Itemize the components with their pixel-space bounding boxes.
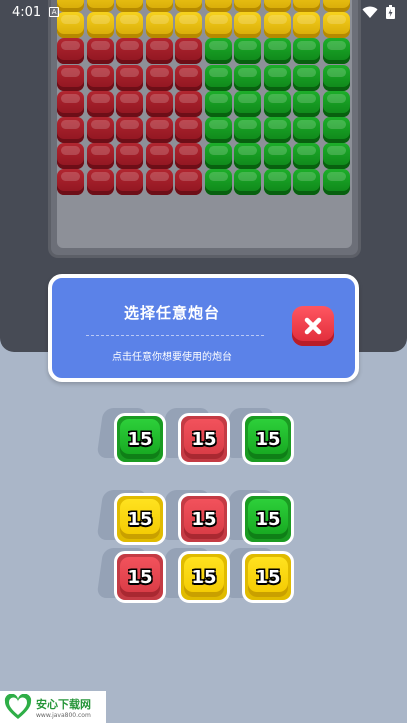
board-cube (175, 90, 202, 117)
board-cube (263, 117, 291, 143)
board-cube (234, 38, 261, 65)
board-cube (234, 64, 261, 91)
board-cube (204, 38, 232, 65)
board-cube (57, 143, 84, 170)
board-cube (263, 169, 291, 196)
turret-value: 15 (184, 557, 224, 597)
turret-value: 15 (120, 557, 160, 597)
turret-value: 15 (120, 499, 160, 539)
board-cube (86, 90, 114, 117)
board-cube (322, 64, 350, 91)
board-cube (234, 169, 261, 196)
battery-icon (386, 5, 395, 19)
turret-green[interactable]: 15 (242, 413, 294, 465)
turret-value: 15 (248, 557, 288, 597)
select-turret-dialog: 选择任意炮台 点击任意你想要使用的炮台 (48, 274, 359, 382)
close-button[interactable] (292, 306, 334, 346)
dialog-title: 选择任意炮台 (123, 304, 220, 322)
board-cube (204, 64, 232, 91)
status-bar: 4:01 A (0, 0, 407, 24)
board-cube (175, 117, 202, 143)
board-cube (175, 38, 202, 65)
board-cube (145, 117, 173, 143)
board-cube (57, 90, 84, 117)
board-cube (175, 169, 202, 196)
board-cube (293, 38, 320, 65)
board-cube (293, 117, 320, 143)
status-time: 4:01 (12, 4, 42, 20)
turret-red[interactable]: 15 (178, 413, 230, 465)
board-cube (234, 90, 261, 117)
turret-red[interactable]: 15 (178, 493, 230, 545)
watermark-url: www.java800.com (36, 711, 91, 719)
turret-yellow[interactable]: 15 (242, 551, 294, 603)
board-cube (293, 143, 320, 170)
turret-green[interactable]: 15 (242, 493, 294, 545)
turret-value: 15 (248, 419, 288, 459)
board-cube (145, 143, 173, 170)
wifi-icon (362, 6, 378, 18)
board-cube (86, 64, 114, 91)
board-cube (263, 38, 291, 65)
heart-logo-icon (4, 694, 32, 719)
board-cube (322, 90, 350, 117)
board-cube (116, 143, 143, 170)
board-cube (86, 169, 114, 196)
board-cube (57, 117, 84, 143)
board-cube (204, 90, 232, 117)
board-cube (204, 117, 232, 143)
dialog-subtitle: 点击任意你想要使用的炮台 (112, 352, 232, 363)
turret-yellow[interactable]: 15 (178, 551, 230, 603)
close-x-icon (304, 317, 322, 335)
board-cube (263, 143, 291, 170)
board-cube (293, 169, 320, 196)
board-cube (175, 143, 202, 170)
board-cube (145, 38, 173, 65)
board-cube (322, 169, 350, 196)
board-cube (234, 143, 261, 170)
board-cube (86, 117, 114, 143)
turret-value: 15 (184, 419, 224, 459)
board-cube (263, 64, 291, 91)
turret-green[interactable]: 15 (114, 413, 166, 465)
turret-value: 15 (248, 499, 288, 539)
board-cube (322, 38, 350, 65)
board-cube (116, 64, 143, 91)
board-cube (116, 38, 143, 65)
game-board-frame (48, 0, 361, 258)
turret-value: 15 (184, 499, 224, 539)
board-cube (86, 38, 114, 65)
board-cube (322, 117, 350, 143)
board-cube (263, 90, 291, 117)
notification-a-icon: A (49, 7, 60, 17)
watermark: 安心下载网 www.java800.com (0, 691, 106, 723)
board-cube (175, 64, 202, 91)
board-cube (145, 90, 173, 117)
board-cube (116, 169, 143, 196)
board-cube (116, 117, 143, 143)
board-cube (293, 64, 320, 91)
board-cube (57, 169, 84, 196)
turret-yellow[interactable]: 15 (114, 493, 166, 545)
watermark-name: 安心下载网 (36, 697, 91, 711)
board-cube (293, 90, 320, 117)
board-cube (322, 143, 350, 170)
dialog-divider (86, 335, 264, 336)
board-cube (204, 143, 232, 170)
board-cube (116, 90, 143, 117)
board-cube (234, 117, 261, 143)
turret-value: 15 (120, 419, 160, 459)
board-cube (86, 143, 114, 170)
board-cube (57, 38, 84, 65)
game-board (57, 0, 352, 248)
board-cube (204, 169, 232, 196)
turret-red[interactable]: 15 (114, 551, 166, 603)
board-cube (57, 64, 84, 91)
board-cube (145, 169, 173, 196)
board-cube (145, 64, 173, 91)
